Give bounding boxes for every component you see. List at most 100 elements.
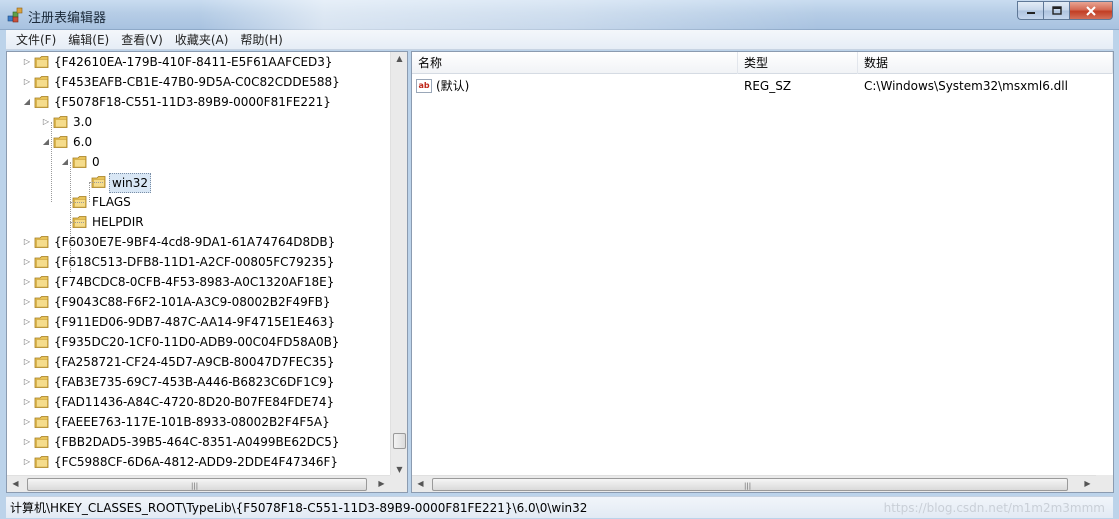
expand-arrow-icon[interactable]: ▷	[22, 432, 32, 452]
tree-item[interactable]: ▷ {F453EAFB-CB1E-47B0-9D5A-C0C82CDDE588}	[7, 72, 390, 92]
tree-item[interactable]: ▷ {FC5988CF-6D6A-4812-ADD9-2DDE4F47346F}	[7, 452, 390, 472]
scroll-right-icon[interactable]: ▶	[373, 479, 390, 488]
folder-icon	[34, 455, 50, 469]
tree-item[interactable]: ▷ {F42610EA-179B-410F-8411-E5F61AAFCED3}	[7, 52, 390, 72]
tree-item-label: 0	[92, 155, 100, 169]
scroll-down-icon[interactable]: ▼	[391, 465, 407, 474]
tree-connector-line	[70, 222, 84, 223]
tree-item[interactable]: FLAGS	[7, 192, 390, 212]
tree-item-label: {FA258721-CF24-45D7-A9CB-80047D7FEC35}	[54, 355, 335, 369]
tree-horizontal-scrollbar[interactable]: ◀ ||| ▶	[7, 475, 390, 492]
maximize-button[interactable]	[1043, 1, 1069, 20]
key-tree-pane[interactable]: ▷ {F42610EA-179B-410F-8411-E5F61AAFCED3} ▷…	[6, 51, 408, 493]
tree-item[interactable]: ▷ {FAD11436-A84C-4720-8D20-B07FE84FDE74}	[7, 392, 390, 412]
folder-icon	[34, 275, 50, 289]
expand-arrow-icon[interactable]: ▷	[22, 372, 32, 392]
expand-arrow-icon[interactable]: ▷	[22, 452, 32, 472]
value-type: REG_SZ	[744, 79, 792, 93]
tree-item[interactable]: ▷ {F911ED06-9DB7-487C-AA14-9F4715E1E463}	[7, 312, 390, 332]
expand-arrow-icon[interactable]: ▷	[22, 292, 32, 312]
expand-arrow-icon[interactable]: ▷	[22, 332, 32, 352]
menu-bar: 文件(F) 编辑(E) 查看(V) 收藏夹(A) 帮助(H)	[6, 30, 1113, 50]
expand-arrow-icon[interactable]: ▷	[22, 232, 32, 252]
maximize-icon	[1051, 5, 1062, 15]
tree-connector-line	[51, 122, 52, 202]
tree-vertical-scroll-thumb[interactable]	[393, 433, 406, 449]
list-header: 名称 类型 数据	[412, 52, 1113, 74]
expand-arrow-icon[interactable]: ▷	[22, 412, 32, 432]
tree-item-label: win32	[109, 173, 152, 193]
expand-arrow-icon[interactable]: ▷	[22, 252, 32, 272]
collapse-arrow-icon[interactable]: ◢	[60, 152, 70, 172]
folder-icon	[34, 95, 50, 109]
tree-connector-line	[70, 162, 71, 272]
column-header-name[interactable]: 名称	[412, 52, 738, 74]
list-horizontal-scroll-thumb[interactable]: |||	[432, 478, 1068, 491]
expand-arrow-icon[interactable]: ▷	[22, 52, 32, 72]
menu-help[interactable]: 帮助(H)	[234, 31, 288, 48]
tree-item[interactable]: win32	[7, 172, 390, 193]
title-bar[interactable]: 注册表编辑器	[0, 0, 1119, 30]
collapse-arrow-icon[interactable]: ◢	[41, 132, 51, 152]
folder-icon	[34, 315, 50, 329]
expand-arrow-icon[interactable]: ▷	[22, 352, 32, 372]
grip-icon: |||	[191, 482, 199, 490]
minimize-icon	[1026, 11, 1035, 14]
tree-item[interactable]: ▷ {F618C513-DFB8-11D1-A2CF-00805FC79235}	[7, 252, 390, 272]
tree-item-label: {F5078F18-C551-11D3-89B9-0000F81FE221}	[54, 95, 331, 109]
window-title: 注册表编辑器	[28, 11, 107, 26]
tree-connector-line	[70, 202, 84, 203]
expand-arrow-icon[interactable]: ▷	[22, 392, 32, 412]
menu-favorites[interactable]: 收藏夹(A)	[169, 31, 235, 48]
tree-horizontal-scroll-thumb[interactable]: |||	[27, 478, 367, 491]
expand-arrow-icon[interactable]: ▷	[22, 272, 32, 292]
scroll-right-icon[interactable]: ▶	[1079, 479, 1096, 488]
column-header-type[interactable]: 类型	[738, 52, 858, 74]
expand-arrow-icon[interactable]: ▷	[22, 72, 32, 92]
tree-item[interactable]: ◢ 6.0	[7, 132, 390, 152]
folder-icon	[34, 295, 50, 309]
scroll-up-icon[interactable]: ▲	[391, 54, 407, 63]
tree-item[interactable]: ▷ {F9043C88-F6F2-101A-A3C9-08002B2F49FB}	[7, 292, 390, 312]
status-bar: 计算机\HKEY_CLASSES_ROOT\TypeLib\{F5078F18-…	[6, 496, 1113, 518]
menu-edit[interactable]: 编辑(E)	[62, 31, 115, 48]
tree-item-label: {F911ED06-9DB7-487C-AA14-9F4715E1E463}	[54, 315, 336, 329]
title-bar-glare	[200, 0, 820, 30]
folder-icon	[34, 375, 50, 389]
expand-arrow-icon[interactable]: ▷	[22, 312, 32, 332]
tree-item[interactable]: ▷ {F935DC20-1CF0-11D0-ADB9-00C04FD58A0B}	[7, 332, 390, 352]
scroll-left-icon[interactable]: ◀	[412, 479, 429, 488]
tree-item-label: HELPDIR	[92, 215, 144, 229]
folder-icon	[53, 135, 69, 149]
tree-item[interactable]: ▷ {FAEEE763-117E-101B-8933-08002B2F4F5A}	[7, 412, 390, 432]
list-horizontal-scrollbar[interactable]: ◀ ||| ▶	[412, 475, 1113, 492]
list-row[interactable]: ab (默认) REG_SZ C:\Windows\System32\msxml…	[412, 76, 1113, 96]
tree-item[interactable]: ◢ {F5078F18-C551-11D3-89B9-0000F81FE221}	[7, 92, 390, 112]
tree-item[interactable]: HELPDIR	[7, 212, 390, 232]
minimize-button[interactable]	[1017, 1, 1043, 20]
scroll-left-icon[interactable]: ◀	[7, 479, 24, 488]
tree-vertical-scrollbar[interactable]: ▲ ▼	[390, 52, 407, 476]
value-list-pane[interactable]: 名称 类型 数据 ab (默认) REG_SZ C:\Windows\Syste…	[411, 51, 1114, 493]
tree-item[interactable]: ▷ {FA258721-CF24-45D7-A9CB-80047D7FEC35}	[7, 352, 390, 372]
close-button[interactable]	[1069, 1, 1113, 20]
collapse-arrow-icon[interactable]: ◢	[22, 92, 32, 112]
tree-item-label: {F42610EA-179B-410F-8411-E5F61AAFCED3}	[54, 55, 333, 69]
tree-item[interactable]: ▷ 3.0	[7, 112, 390, 132]
scroll-corner	[390, 475, 407, 492]
tree-item[interactable]: ▷ {FBB2DAD5-39B5-464C-8351-A0499BE62DC5}	[7, 432, 390, 452]
menu-view[interactable]: 查看(V)	[115, 31, 169, 48]
column-header-data[interactable]: 数据	[858, 52, 1113, 74]
expand-arrow-icon[interactable]: ▷	[41, 112, 51, 132]
string-value-icon: ab	[416, 79, 432, 93]
menu-file[interactable]: 文件(F)	[10, 31, 62, 48]
tree-item-label: {F9043C88-F6F2-101A-A3C9-08002B2F49FB}	[54, 295, 331, 309]
folder-icon	[34, 355, 50, 369]
watermark: https://blog.csdn.net/m1m2m3mmm	[883, 501, 1105, 515]
tree-item[interactable]: ▷ {F74BCDC8-0CFB-4F53-8983-A0C1320AF18E}	[7, 272, 390, 292]
tree-item[interactable]: ▷ {F6030E7E-9BF4-4cd8-9DA1-61A74764D8DB}	[7, 232, 390, 252]
tree-item[interactable]: ▷ {FAB3E735-69C7-453B-A446-B6823C6DF1C9}	[7, 372, 390, 392]
tree-item-label: {FAB3E735-69C7-453B-A446-B6823C6DF1C9}	[54, 375, 335, 389]
tree-item-label: {F6030E7E-9BF4-4cd8-9DA1-61A74764D8DB}	[54, 235, 336, 249]
tree-item[interactable]: ◢ 0	[7, 152, 390, 172]
